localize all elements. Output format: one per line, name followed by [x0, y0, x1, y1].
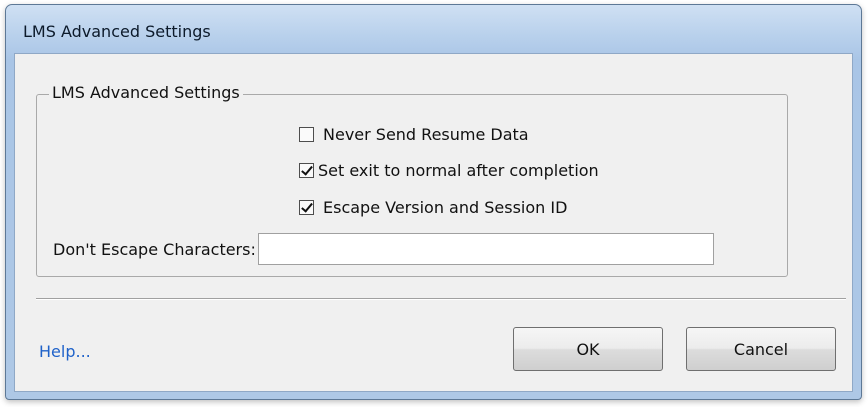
set-exit-normal-option[interactable]: Set exit to normal after completion	[299, 159, 599, 181]
escape-version-session-option[interactable]: Escape Version and Session ID	[299, 196, 567, 218]
escape-version-session-checkbox[interactable]	[299, 199, 314, 215]
group-title: LMS Advanced Settings	[49, 83, 243, 102]
escape-version-session-label[interactable]: Escape Version and Session ID	[323, 198, 567, 217]
dialog-body: LMS Advanced Settings Never Send Resume …	[14, 53, 853, 392]
set-exit-normal-label[interactable]: Set exit to normal after completion	[318, 161, 599, 180]
set-exit-normal-checkbox[interactable]	[299, 162, 314, 178]
never-send-resume-data-label[interactable]: Never Send Resume Data	[323, 125, 529, 144]
help-link[interactable]: Help...	[39, 342, 91, 361]
dialog-window: LMS Advanced Settings LMS Advanced Setti…	[5, 4, 862, 400]
never-send-resume-data-option[interactable]: Never Send Resume Data	[299, 123, 529, 145]
dont-escape-input[interactable]	[257, 233, 714, 265]
window-title: LMS Advanced Settings	[23, 22, 211, 41]
never-send-resume-data-checkbox[interactable]	[299, 126, 314, 142]
dont-escape-label: Don't Escape Characters:	[53, 239, 256, 259]
ok-button[interactable]: OK	[513, 327, 663, 371]
lms-settings-group: LMS Advanced Settings Never Send Resume …	[36, 83, 788, 277]
dont-escape-row: Don't Escape Characters:	[53, 233, 714, 265]
cancel-button[interactable]: Cancel	[686, 327, 836, 371]
title-bar[interactable]: LMS Advanced Settings	[6, 5, 861, 53]
separator-line	[36, 298, 846, 300]
